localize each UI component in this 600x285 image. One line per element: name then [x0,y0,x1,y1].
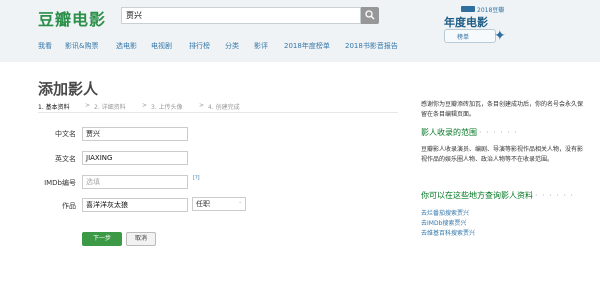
promo-title: 年度电影 [444,16,488,29]
nav-item-tv[interactable]: 电视剧 [151,41,172,51]
promo-year: 2018豆瓣 [477,7,505,14]
scope-title: 影人收录的范围 [421,128,477,137]
rotten-tomatoes-search-link[interactable]: 去烂番茄搜索贾兴 [421,208,469,217]
nav-item-reviews[interactable]: 影评 [254,41,268,51]
star-icon: ✦ [494,28,506,44]
sidebar-intro: 感谢你为豆瓣添砖加瓦，条目创建成功后，你的名号会永久保留在条目编辑页面。 [421,101,584,118]
page-title: 添加影人 [38,80,99,98]
scope-description: 豆瓣影人收录演员、编剧、导演等影视作品相关人物，没有影视作品的娱乐圈人物、政治人… [421,146,584,163]
step-4: 4. 创建完成 [208,104,240,111]
step-2: 2. 详细资料 [94,104,126,111]
douban-movie-logo[interactable]: 豆瓣电影 [38,6,106,30]
where-title: 你可以在这些地方查询影人资料 [421,191,533,200]
role-select-value: 任职 [196,200,210,208]
nav-item-explore[interactable]: 选电影 [116,41,137,51]
scope-dots: · · · · · · [479,128,518,137]
imdb-input[interactable]: 选填 [82,175,188,189]
works-label: 作品 [62,202,76,210]
where-dots: · · · · · · [535,191,574,200]
english-name-label: 英文名 [55,155,76,163]
nav-item-tags[interactable]: 分类 [225,41,239,51]
douban-tag [461,6,475,12]
search-button[interactable] [361,7,379,24]
promo-box: 榜单 [444,29,496,43]
wikipedia-search-link[interactable]: 去维基百科搜索贾兴 [421,228,475,237]
chinese-name-input[interactable]: 贾兴 [82,127,188,141]
imdb-help-link[interactable]: [?] [193,175,200,181]
annual-list-banner[interactable]: 2018豆瓣 年度电影 榜单 ✦ [442,5,514,47]
chevron-down-icon: · [239,200,241,207]
imdb-label: IMDb编号 [44,179,76,187]
nav-item-annual[interactable]: 2018年度榜单 [284,41,330,51]
step-1: 1. 基本资料 [38,104,70,111]
promo-box-text: 榜单 [457,34,470,41]
imdb-search-link[interactable]: 去IMDb搜索贾兴 [421,218,466,227]
where-heading: 你可以在这些地方查询影人资料 · · · · · · [421,190,574,201]
next-button[interactable]: 下一步 [82,232,122,246]
chinese-name-label: 中文名 [55,130,76,138]
header: 豆瓣电影 贾兴 2018豆瓣 年度电影 榜单 ✦ 我看 影讯&购票 选电影 电视… [0,0,600,62]
cancel-button[interactable]: 取消 [126,232,156,246]
works-input[interactable]: 喜洋洋灰太狼 [82,198,188,212]
divider [38,112,398,113]
step-separator: > [85,102,91,109]
search-icon [365,10,375,20]
step-separator: > [142,102,148,109]
nav-item-chart[interactable]: 排行榜 [189,41,210,51]
nav-item-showtimes[interactable]: 影讯&购票 [65,41,98,51]
step-3: 3. 上传头像 [151,104,183,111]
role-select[interactable]: 任职 · [192,197,246,211]
english-name-input[interactable]: JIAXING [82,151,188,165]
nav-item-report[interactable]: 2018书影音报告 [345,41,398,51]
step-separator: > [199,102,205,109]
search-input[interactable]: 贾兴 [121,7,361,24]
nav-item-mine[interactable]: 我看 [38,41,52,51]
scope-heading: 影人收录的范围 · · · · · · [421,127,518,138]
